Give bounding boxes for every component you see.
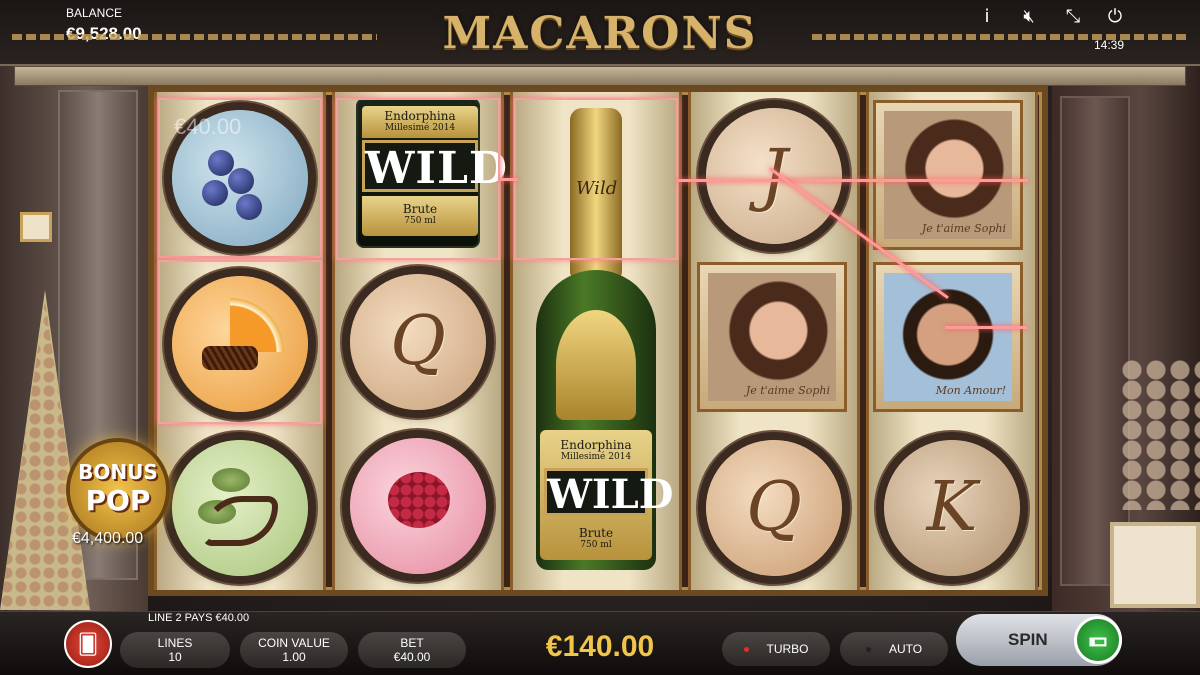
macaron-stand <box>1120 360 1200 510</box>
clock: 14:39 <box>1094 38 1125 52</box>
woman-portrait: Je t'aime Sophi <box>708 273 836 401</box>
bottle-label-bottom: Brute 750 ml <box>540 526 652 550</box>
bottle-medal <box>556 310 636 420</box>
symbol-q-macaron: Q <box>338 262 498 422</box>
line-pays-text: LINE 2 PAYS €40.00 <box>148 612 250 624</box>
symbol-woman-portrait: Je t'aime Sophi <box>697 262 847 412</box>
game-stage: BALANCE €9,528.00 MACARONS i 🔇︎ ⤡ ⏻ 14:3… <box>0 0 1200 675</box>
coin-value-value: 1.00 <box>282 650 306 664</box>
info-icon[interactable]: i <box>976 6 998 28</box>
power-icon[interactable]: ⏻ <box>1104 6 1126 28</box>
bonus-amount: €4,400.00 <box>72 530 144 547</box>
win-highlight <box>336 98 500 260</box>
lines-label: LINES <box>157 636 193 650</box>
spin-label: SPIN <box>1008 630 1048 649</box>
portrait-signature: Je t'aime Sophi <box>921 222 1006 235</box>
turbo-label: TURBO <box>766 642 809 656</box>
bottle-vintage: Millesimé 2014 <box>560 452 632 462</box>
lines-button[interactable]: LINES 10 <box>120 632 230 668</box>
symbol-j-macaron: J <box>694 96 854 256</box>
bottle-volume: 750 ml <box>580 540 612 550</box>
bottle-label-top: Endorphina Millesimé 2014 <box>540 438 652 462</box>
symbol-raspberry-macaron <box>338 426 498 586</box>
man-portrait: Mon Amour! <box>884 273 1012 401</box>
symbol-k-macaron: K <box>872 428 1032 588</box>
cards-icon: 🂠 <box>77 632 99 656</box>
mute-icon[interactable]: 🔇︎ <box>1018 6 1040 28</box>
letter-macaron: Q <box>350 274 486 410</box>
letter-macaron: K <box>884 440 1020 576</box>
reel-top-frame <box>14 66 1186 86</box>
fullscreen-icon[interactable]: ⤡ <box>1062 6 1084 28</box>
bet-button[interactable]: BET €40.00 <box>358 632 466 668</box>
win-highlight <box>158 260 322 424</box>
macaron-letter: K <box>926 468 978 547</box>
payline-segment <box>678 179 1028 182</box>
spin-button[interactable]: SPIN 💵︎ <box>956 614 1122 666</box>
portrait-signature: Mon Amour! <box>935 384 1006 397</box>
symbol-man-portrait: Mon Amour! <box>873 262 1023 412</box>
turbo-toggle[interactable]: TURBO <box>722 632 830 666</box>
portrait-signature: Je t'aime Sophi <box>745 384 830 397</box>
turbo-indicator-dot <box>743 647 749 653</box>
letter-macaron: J <box>706 108 842 244</box>
payline-segment <box>945 326 1027 329</box>
menu-card-decor <box>1110 522 1200 608</box>
win-highlight <box>514 98 678 260</box>
coin-value-button[interactable]: COIN VALUE 1.00 <box>240 632 348 668</box>
raspberry-macaron <box>350 438 486 574</box>
auto-indicator-dot <box>865 647 871 653</box>
right-pillar <box>1060 96 1130 586</box>
bottle-brand: Endorphina <box>560 438 632 452</box>
letter-macaron: Q <box>706 440 842 576</box>
bet-value: €40.00 <box>393 650 431 664</box>
auto-toggle[interactable]: AUTO <box>840 632 948 666</box>
bottle-type: Brute <box>578 526 614 540</box>
macaron-letter: Q <box>390 302 446 381</box>
bottle-label: Endorphina Millesimé 2014 WILD Brute 750… <box>540 430 673 560</box>
macaron-letter: Q <box>746 468 802 547</box>
lines-value: 10 <box>168 650 182 664</box>
bonus-line2: POP <box>85 484 151 517</box>
symbol-q-macaron-2: Q <box>694 428 854 588</box>
bonus-pop-badge: BONUS POP <box>70 442 166 538</box>
symbol-woman-portrait-2: Je t'aime Sophi <box>873 100 1023 250</box>
auto-label: AUTO <box>888 642 923 656</box>
pistachio-macaron <box>172 440 308 576</box>
payline-segment <box>500 178 518 181</box>
bet-label: BET <box>400 636 424 650</box>
paytable-button[interactable]: 🂠 <box>64 620 112 668</box>
bonus-line1: BONUS <box>78 460 158 484</box>
raspberry <box>388 472 450 528</box>
wall-picture <box>20 212 52 242</box>
pistachio <box>212 468 250 492</box>
win-highlight <box>158 98 322 258</box>
symbol-pistachio-macaron <box>160 428 320 588</box>
coin-value-label: COIN VALUE <box>258 636 330 650</box>
win-total: €140.00 <box>545 630 655 663</box>
top-bar: BALANCE €9,528.00 MACARONS i 🔇︎ ⤡ ⏻ 14:3… <box>0 0 1200 66</box>
bottle-wild-text: WILD <box>544 468 673 518</box>
woman-portrait: Je t'aime Sophi <box>884 111 1012 239</box>
spin-cash-icon[interactable]: 💵︎ <box>1074 616 1122 664</box>
macaron-letter: J <box>760 136 788 215</box>
